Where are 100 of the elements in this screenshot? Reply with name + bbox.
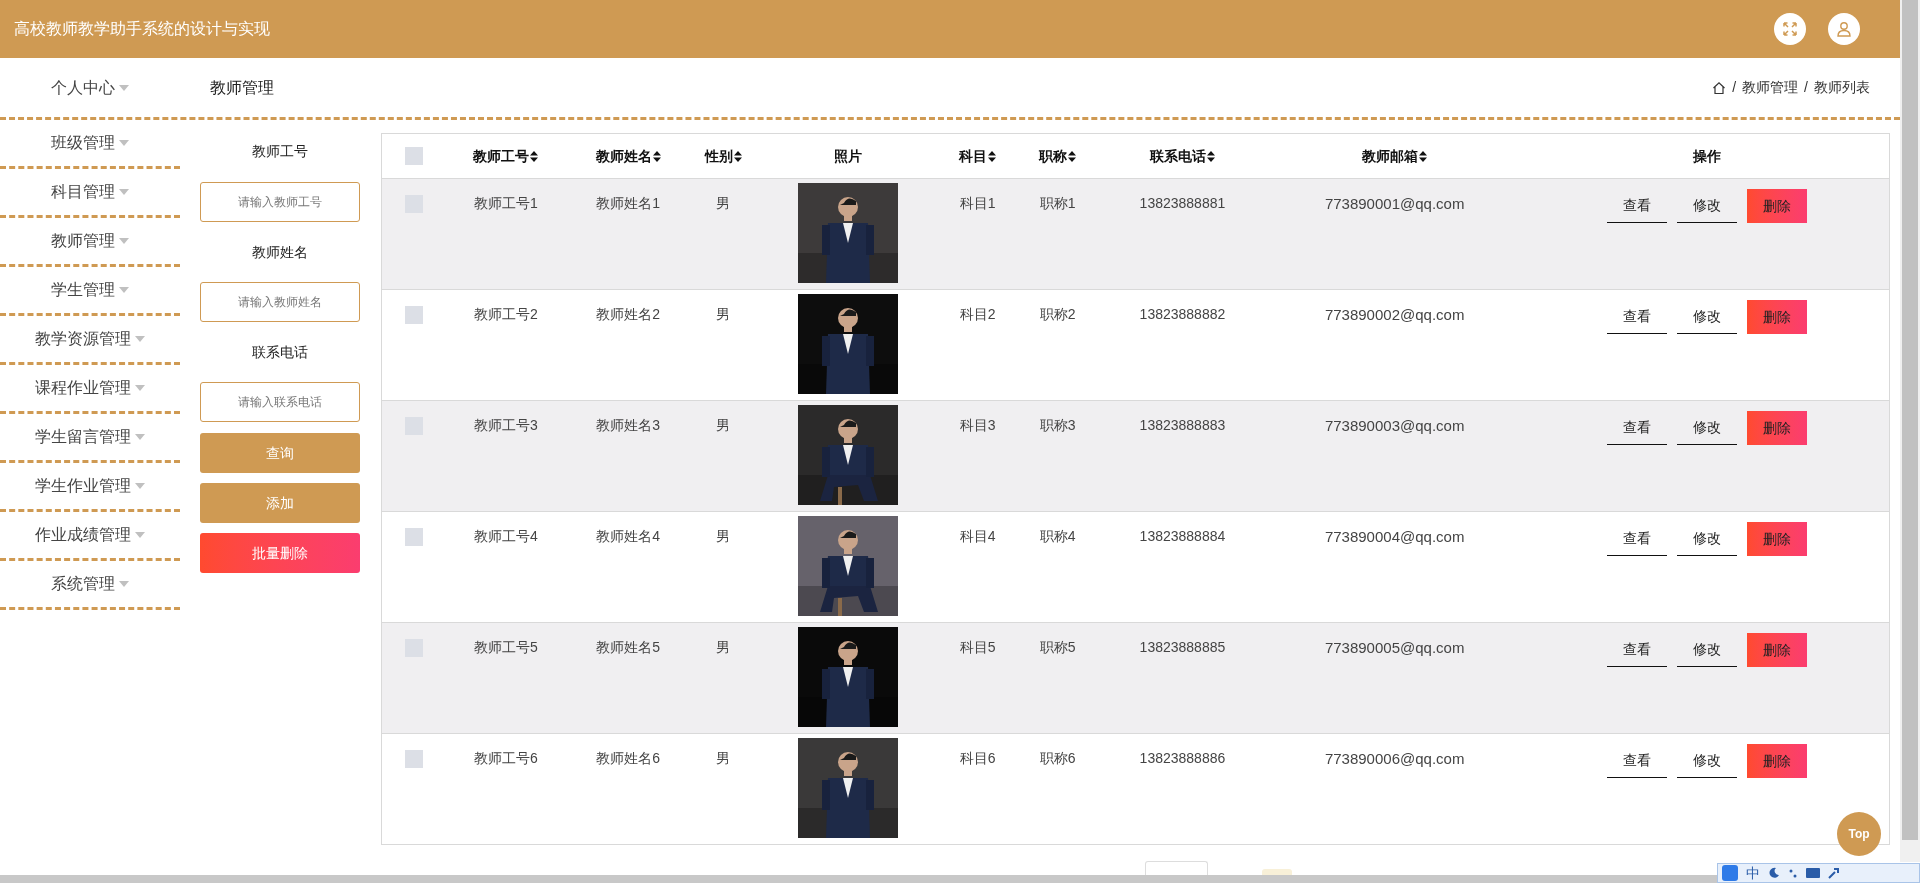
input-mode[interactable]: 中 (1746, 862, 1760, 883)
row-action-button[interactable]: 修改 (1676, 633, 1737, 667)
sidebar-item[interactable]: 学生管理 (0, 267, 180, 316)
column-header: 照片 (833, 146, 862, 166)
row-action-button[interactable]: 修改 (1676, 300, 1737, 334)
sort-icon[interactable] (530, 150, 539, 162)
table-cell-text: 科目2 (959, 305, 996, 324)
sort-icon[interactable] (1206, 150, 1215, 162)
checkbox[interactable] (404, 147, 423, 165)
table-cell-text: 男 (716, 527, 731, 546)
user-icon[interactable] (1828, 13, 1860, 45)
ime-logo-icon[interactable] (1722, 865, 1738, 881)
checkbox[interactable] (404, 528, 423, 546)
breadcrumb-separator: / (1732, 78, 1737, 97)
caret-icon (135, 434, 145, 440)
sidebar-item[interactable]: 教学资源管理 (0, 316, 180, 365)
sidebar-item[interactable]: 系统管理 (0, 561, 180, 610)
header-cell[interactable]: 教师姓名 (595, 145, 661, 167)
row-action-button[interactable]: 查看 (1606, 633, 1667, 667)
table-cell-text: 13823888881 (1139, 194, 1226, 213)
table-cell-text: 教师工号4 (473, 527, 538, 546)
table-cell-text: 13823888886 (1139, 749, 1226, 768)
keyboard-icon[interactable] (1806, 868, 1820, 878)
table-cell-text: 科目5 (959, 638, 996, 657)
column-header: 教师工号 (473, 146, 530, 166)
sidebar-item[interactable]: 科目管理 (0, 169, 180, 218)
row-action-button[interactable]: 修改 (1676, 411, 1737, 445)
checkbox[interactable] (404, 306, 423, 324)
table-cell-text: 职称4 (1039, 527, 1076, 546)
table-cell-text: 职称1 (1039, 194, 1076, 213)
table-cell-text: 13823888885 (1139, 638, 1226, 657)
checkbox[interactable] (404, 750, 423, 768)
breadcrumb-link[interactable]: 教师列表 (1814, 77, 1870, 98)
caret-icon (135, 336, 145, 342)
row-action-button[interactable]: 查看 (1606, 522, 1667, 556)
table-cell-text: 男 (716, 194, 731, 213)
breadcrumb-link[interactable]: 教师管理 (1742, 77, 1799, 98)
table-cell-text: 科目4 (959, 527, 996, 546)
header-cell[interactable]: 性别 (704, 145, 742, 167)
header-cell[interactable]: 科目 (959, 145, 997, 167)
table-cell-text: 教师工号6 (473, 749, 538, 768)
table-cell-text: 教师工号3 (473, 416, 538, 435)
column-header: 联系电话 (1149, 146, 1206, 166)
home-icon[interactable] (1712, 80, 1727, 95)
sidebar-item[interactable]: 课程作业管理 (0, 365, 180, 414)
header-cell[interactable]: 教师工号 (473, 145, 539, 167)
header-cell[interactable]: 联系电话 (1149, 145, 1215, 167)
table-cell-text: 13823888884 (1139, 527, 1226, 546)
row-action-button[interactable]: 修改 (1676, 522, 1737, 556)
table-cell-text: 教师工号5 (473, 638, 538, 657)
caret-icon (119, 238, 129, 244)
sidebar-item[interactable]: 学生作业管理 (0, 463, 180, 512)
table-cell-text: 男 (716, 749, 731, 768)
search-field[interactable]: 请输入教师工号 (200, 182, 360, 222)
table-cell-text: 13823888883 (1139, 416, 1226, 435)
vertical-scrollbar[interactable] (1900, 0, 1920, 862)
table-cell-text: 职称3 (1039, 416, 1076, 435)
sidebar-item[interactable]: 学生留言管理 (0, 414, 180, 463)
table-cell-text: 教师工号2 (473, 305, 538, 324)
sort-icon[interactable] (988, 150, 997, 162)
table-cell-text: 教师姓名1 (596, 194, 661, 213)
column-header: 性别 (704, 146, 733, 166)
row-action-button[interactable]: 修改 (1676, 189, 1737, 223)
row-action-button[interactable]: 修改 (1676, 744, 1737, 778)
delete-button[interactable]: 删除 (1746, 522, 1807, 556)
caret-icon (119, 581, 129, 587)
delete-button[interactable]: 删除 (1746, 189, 1807, 223)
sidebar-item[interactable]: 个人中心 (0, 56, 180, 119)
search-field[interactable]: 请输入教师姓名 (200, 282, 360, 322)
header-cell[interactable]: 职称 (1039, 145, 1077, 167)
sort-icon[interactable] (1068, 150, 1077, 162)
row-action-button[interactable]: 查看 (1606, 189, 1667, 223)
sort-icon[interactable] (733, 150, 742, 162)
delete-button[interactable]: 删除 (1746, 744, 1807, 778)
row-action-button[interactable]: 查看 (1606, 300, 1667, 334)
horizontal-scrollbar[interactable] (0, 875, 1717, 883)
table-cell-text: 13823888882 (1139, 305, 1226, 324)
delete-button[interactable]: 删除 (1746, 633, 1807, 667)
sidebar-item[interactable]: 教师管理 (0, 218, 180, 267)
row-action-button[interactable]: 查看 (1606, 744, 1667, 778)
punctuation-icon[interactable] (1788, 867, 1798, 879)
delete-button[interactable]: 删除 (1746, 411, 1807, 445)
table-cell-text: 科目6 (959, 749, 996, 768)
sort-icon[interactable] (1419, 150, 1428, 162)
fullscreen-icon[interactable] (1774, 13, 1806, 45)
field-label: 教师工号 (252, 141, 308, 161)
caret-icon (119, 189, 129, 195)
table-cell-text: 教师姓名6 (596, 749, 661, 768)
caret-icon (135, 483, 145, 489)
table-cell-text: 职称6 (1039, 749, 1076, 768)
header-cell[interactable]: 教师邮箱 (1362, 145, 1428, 167)
sidebar-item[interactable]: 作业成绩管理 (0, 512, 180, 561)
caret-icon (119, 287, 129, 293)
sidebar-item[interactable]: 班级管理 (0, 120, 180, 169)
row-action-button[interactable]: 查看 (1606, 411, 1667, 445)
delete-button[interactable]: 删除 (1746, 300, 1807, 334)
moon-icon[interactable] (1768, 867, 1780, 879)
search-field[interactable]: 请输入联系电话 (200, 382, 360, 422)
sort-icon[interactable] (652, 150, 661, 162)
column-header: 操作 (1692, 146, 1721, 166)
